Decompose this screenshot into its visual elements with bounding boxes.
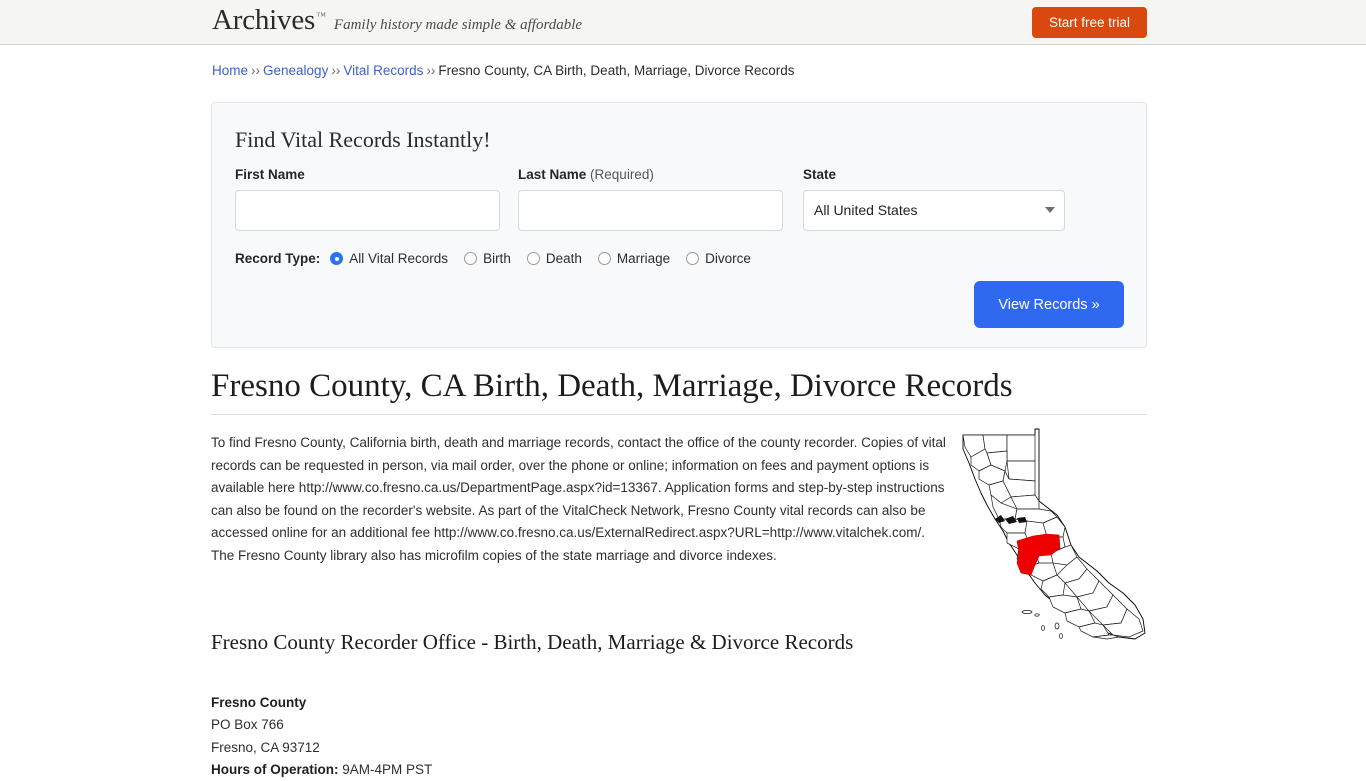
radio-icon[interactable]: [527, 252, 540, 265]
title-divider: [211, 414, 1147, 415]
last-name-required-note: (Required): [590, 167, 654, 182]
recorder-office-subtitle: Fresno County Recorder Office - Birth, D…: [211, 630, 853, 655]
brand-name: Archives: [212, 6, 315, 35]
site-logo[interactable]: Archives ™ Family history made simple & …: [212, 6, 582, 35]
california-county-map: [947, 423, 1152, 663]
breadcrumb: Home››Genealogy››Vital Records››Fresno C…: [212, 63, 795, 78]
address-line-1: PO Box 766: [211, 714, 432, 736]
breadcrumb-separator: ››: [331, 63, 340, 78]
first-name-field-group: First Name: [235, 167, 500, 231]
hours-label: Hours of Operation:: [211, 762, 339, 777]
radio-option-all-vital-records[interactable]: All Vital Records: [330, 251, 448, 266]
trademark-symbol: ™: [316, 11, 326, 22]
radio-label: Death: [546, 251, 582, 266]
breadcrumb-item-vital-records[interactable]: Vital Records: [343, 63, 423, 78]
radio-option-birth[interactable]: Birth: [464, 251, 511, 266]
state-field-group: State All United States: [803, 167, 1065, 231]
breadcrumb-item-home[interactable]: Home: [212, 63, 248, 78]
radio-icon[interactable]: [330, 252, 343, 265]
radio-label: Birth: [483, 251, 511, 266]
first-name-label: First Name: [235, 167, 500, 182]
record-type-row: Record Type: All Vital Records Birth Dea…: [235, 251, 767, 266]
search-card-title: Find Vital Records Instantly!: [235, 127, 491, 153]
brand-tagline: Family history made simple & affordable: [334, 17, 582, 34]
header-inner: Archives ™ Family history made simple & …: [0, 0, 1366, 45]
body-paragraph: To find Fresno County, California birth,…: [211, 432, 947, 567]
radio-label: Divorce: [705, 251, 751, 266]
radio-icon[interactable]: [464, 252, 477, 265]
hours-of-operation: Hours of Operation: 9AM-4PM PST: [211, 759, 432, 781]
page-title: Fresno County, CA Birth, Death, Marriage…: [211, 368, 1013, 405]
california-map-svg: [947, 423, 1152, 663]
radio-label: All Vital Records: [349, 251, 448, 266]
breadcrumb-current: Fresno County, CA Birth, Death, Marriage…: [438, 63, 794, 78]
radio-option-divorce[interactable]: Divorce: [686, 251, 751, 266]
last-name-field-group: Last Name (Required): [518, 167, 783, 231]
state-select-wrapper: All United States: [803, 190, 1065, 231]
radio-icon[interactable]: [598, 252, 611, 265]
address-organization: Fresno County: [211, 692, 432, 714]
channel-islands: [1022, 610, 1063, 638]
state-select[interactable]: All United States: [803, 190, 1065, 231]
breadcrumb-item-genealogy[interactable]: Genealogy: [263, 63, 328, 78]
address-line-2: Fresno, CA 93712: [211, 737, 432, 759]
breadcrumb-separator: ››: [251, 63, 260, 78]
radio-icon[interactable]: [686, 252, 699, 265]
last-name-label-text: Last Name: [518, 167, 586, 182]
view-records-button[interactable]: View Records »: [974, 281, 1124, 328]
start-free-trial-button[interactable]: Start free trial: [1032, 7, 1147, 38]
first-name-input[interactable]: [235, 190, 500, 231]
record-type-label: Record Type:: [235, 251, 320, 266]
state-label: State: [803, 167, 1065, 182]
vital-records-search-card: Find Vital Records Instantly! First Name…: [211, 102, 1147, 348]
site-header: Archives ™ Family history made simple & …: [0, 0, 1366, 45]
last-name-input[interactable]: [518, 190, 783, 231]
radio-option-marriage[interactable]: Marriage: [598, 251, 670, 266]
breadcrumb-separator: ››: [426, 63, 435, 78]
last-name-label: Last Name (Required): [518, 167, 783, 182]
radio-option-death[interactable]: Death: [527, 251, 582, 266]
hours-value: 9AM-4PM PST: [342, 762, 432, 777]
radio-label: Marriage: [617, 251, 670, 266]
